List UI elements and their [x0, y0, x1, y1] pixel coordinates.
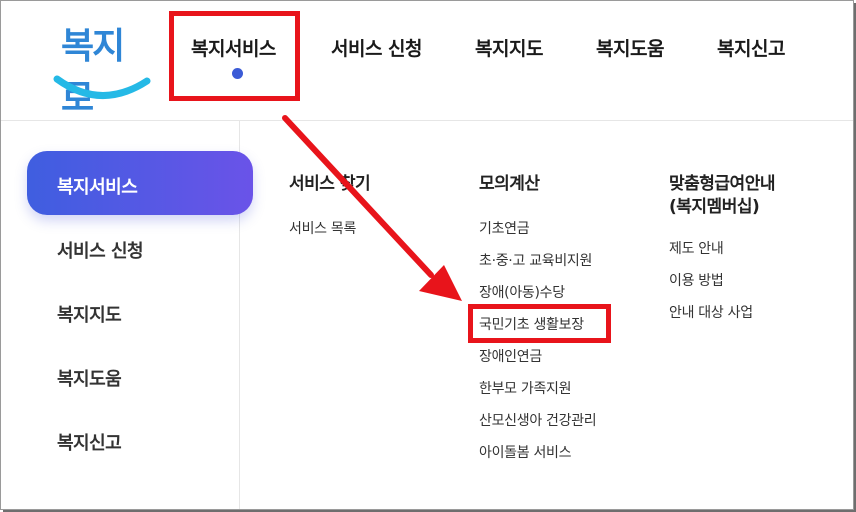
sidebar-item-welfare-help[interactable]: 복지도움: [57, 365, 122, 391]
sidebar-item-service-apply[interactable]: 서비스 신청: [57, 237, 144, 263]
link-disability-pension[interactable]: 장애인연금: [479, 346, 542, 366]
column-title-line-2: (복지멤버십): [669, 197, 760, 217]
column-title-custom-benefit[interactable]: 맞춤형급여안내 (복지멤버십): [669, 173, 775, 219]
page-frame: 복지로 복지서비스 서비스 신청 복지지도 복지도움 복지신고 복지서비스 서비…: [0, 0, 854, 510]
nav-item-welfare-help[interactable]: 복지도움: [596, 34, 664, 61]
link-system-guide[interactable]: 제도 안내: [669, 238, 724, 258]
column-title-service-find[interactable]: 서비스 찾기: [289, 173, 371, 196]
link-target-programs[interactable]: 안내 대상 사업: [669, 302, 753, 322]
logo-smile-icon: [53, 75, 151, 99]
highlight-box-nav: [169, 11, 300, 101]
link-disability-child-allowance[interactable]: 장애(아동)수당: [479, 282, 565, 302]
sidebar-item-welfare-report[interactable]: 복지신고: [57, 429, 122, 455]
nav-item-welfare-report[interactable]: 복지신고: [717, 34, 785, 61]
column-title-line-1: 맞춤형급여안내: [669, 174, 775, 194]
link-childcare-service[interactable]: 아이돌봄 서비스: [479, 442, 572, 462]
highlight-box-basic-livelihood: [468, 304, 611, 343]
sidebar-item-welfare-map[interactable]: 복지지도: [57, 301, 122, 327]
link-service-list[interactable]: 서비스 목록: [289, 218, 356, 238]
link-education-support[interactable]: 초·중·고 교육비지원: [479, 250, 592, 270]
nav-item-welfare-map[interactable]: 복지지도: [475, 34, 543, 61]
site-logo[interactable]: 복지로: [53, 11, 153, 119]
link-usage-method[interactable]: 이용 방법: [669, 270, 724, 290]
nav-item-service-apply[interactable]: 서비스 신청: [331, 34, 423, 61]
link-basic-pension[interactable]: 기초연금: [479, 218, 530, 238]
column-title-mock-calc[interactable]: 모의계산: [479, 173, 540, 196]
link-maternal-newborn-care[interactable]: 산모신생아 건강관리: [479, 410, 597, 430]
site-header: 복지로 복지서비스 서비스 신청 복지지도 복지도움 복지신고: [1, 1, 853, 121]
sidebar: 복지서비스 서비스 신청 복지지도 복지도움 복지신고: [1, 121, 253, 509]
link-single-parent-support[interactable]: 한부모 가족지원: [479, 378, 572, 398]
sidebar-item-welfare-service[interactable]: 복지서비스: [57, 173, 138, 199]
